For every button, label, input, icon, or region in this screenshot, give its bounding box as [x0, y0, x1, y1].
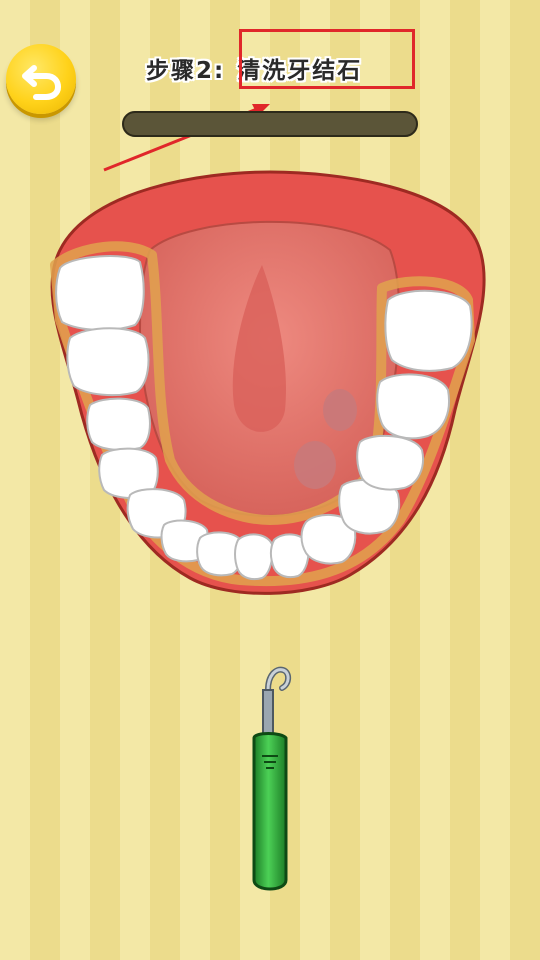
highlight-box — [239, 29, 415, 89]
tooth — [384, 289, 473, 372]
tooth — [66, 327, 150, 397]
tooth — [376, 373, 450, 440]
undo-arrow-icon — [22, 65, 62, 100]
tooth — [356, 434, 424, 491]
tooth — [55, 255, 145, 331]
progress-bar — [122, 111, 418, 137]
dental-scaler-icon[interactable] — [252, 666, 292, 891]
step-label: 步骤2: — [146, 58, 226, 84]
back-button[interactable] — [6, 44, 76, 114]
ulcer — [323, 389, 357, 431]
mouth-scene — [50, 104, 486, 891]
tooth — [86, 397, 151, 451]
tooth — [234, 533, 274, 581]
ulcer — [294, 441, 336, 489]
